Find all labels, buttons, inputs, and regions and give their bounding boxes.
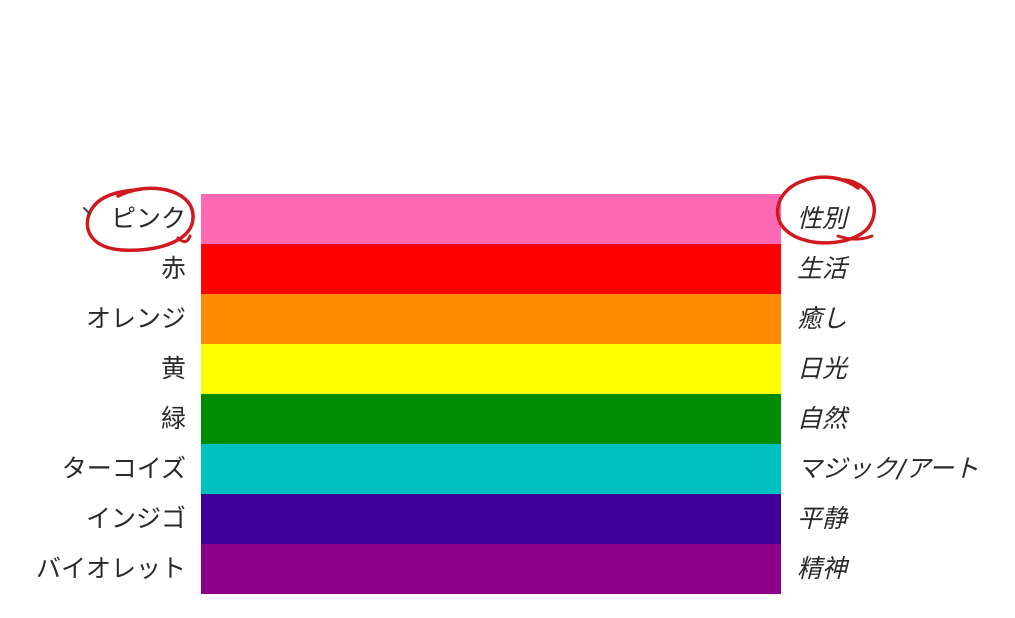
stripe-orange xyxy=(201,294,781,344)
meaning-column: 性別 生活 癒し 日光 自然 マジック/アート 平静 精神 xyxy=(797,194,979,594)
meaning-turquoise: マジック/アート xyxy=(797,454,979,483)
color-name-red: 赤 xyxy=(160,254,186,283)
color-name-green: 緑 xyxy=(160,404,186,433)
meaning-red: 生活 xyxy=(797,254,848,283)
stripe-violet xyxy=(201,544,781,594)
rainbow-flag xyxy=(201,194,781,594)
color-name-column: ピンク 赤 オレンジ 黄 緑 ターコイズ インジゴ バイオレット xyxy=(36,194,186,594)
color-name-indigo: インジゴ xyxy=(85,504,186,533)
color-name-violet: バイオレット xyxy=(35,554,186,583)
meaning-orange: 癒し xyxy=(797,304,848,333)
stripe-pink xyxy=(201,194,781,244)
color-name-pink: ピンク xyxy=(110,204,186,233)
stripe-red xyxy=(201,244,781,294)
stripe-green xyxy=(201,394,781,444)
meaning-green: 自然 xyxy=(797,404,848,433)
stripe-yellow xyxy=(201,344,781,394)
meaning-violet: 精神 xyxy=(797,554,848,583)
color-name-yellow: 黄 xyxy=(160,354,186,383)
stripe-indigo xyxy=(201,494,781,544)
color-name-orange: オレンジ xyxy=(85,304,186,333)
meaning-indigo: 平静 xyxy=(797,504,848,533)
color-name-turquoise: ターコイズ xyxy=(61,454,186,483)
meaning-pink: 性別 xyxy=(797,204,848,233)
stripe-turquoise xyxy=(201,444,781,494)
meaning-yellow: 日光 xyxy=(797,354,848,383)
rainbow-flag-diagram: ピンク 赤 オレンジ 黄 緑 ターコイズ インジゴ バイオレット 性別 生活 癒… xyxy=(0,0,1015,618)
